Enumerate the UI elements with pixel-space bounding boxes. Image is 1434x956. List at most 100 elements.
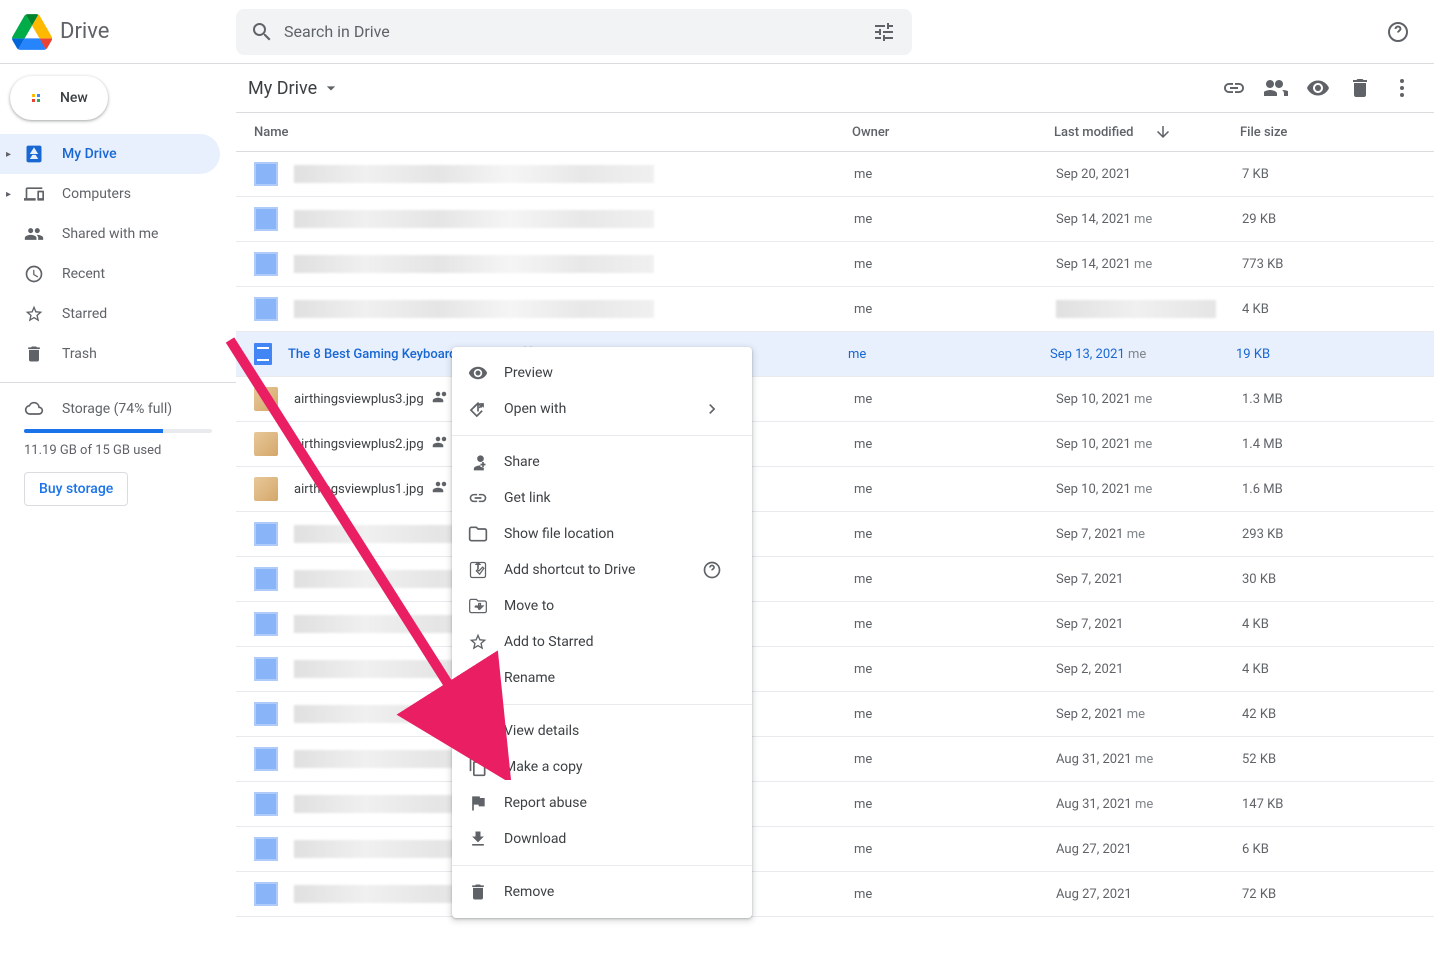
file-row[interactable]: me Aug 27, 2021 6 KB — [236, 827, 1434, 872]
file-size: 52 KB — [1242, 752, 1434, 767]
ctx-open-with[interactable]: Open with — [452, 391, 752, 427]
get-link-button[interactable] — [1214, 68, 1254, 108]
people-icon — [24, 224, 44, 244]
sidebar-item-starred[interactable]: Starred — [0, 294, 220, 334]
help-icon[interactable] — [702, 560, 722, 580]
file-name: airthingsviewplus1.jpg — [294, 482, 424, 497]
ctx-add-to-starred[interactable]: Add to Starred — [452, 624, 752, 660]
ctx-make-a-copy[interactable]: Make a copy — [452, 749, 752, 785]
search-bar[interactable] — [236, 9, 912, 55]
file-row[interactable]: me Aug 27, 2021 72 KB — [236, 872, 1434, 917]
file-size: 1.4 MB — [1242, 437, 1434, 452]
file-row[interactable]: The 8 Best Gaming Keyboards of 2021 me S… — [236, 332, 1434, 377]
ctx-get-link[interactable]: Get link — [452, 480, 752, 516]
ctx-label: Make a copy — [504, 759, 583, 775]
col-modified[interactable]: Last modified — [1054, 123, 1240, 141]
list-header: Name Owner Last modified File size — [236, 112, 1434, 152]
file-name-cell — [294, 165, 854, 183]
file-owner: me — [854, 752, 1056, 767]
ctx-label: View details — [504, 723, 579, 739]
chevron-right-icon — [702, 399, 722, 419]
sidebar: New My Drive Computers Shared with meRecen… — [0, 64, 236, 956]
plus-icon — [24, 86, 48, 110]
search-input[interactable] — [284, 22, 872, 41]
tune-icon[interactable] — [872, 20, 896, 44]
file-owner: me — [854, 212, 1056, 227]
folder-icon — [468, 524, 488, 544]
file-size: 4 KB — [1242, 302, 1434, 317]
ctx-remove[interactable]: Remove — [452, 874, 752, 910]
sidebar-item-recent[interactable]: Recent — [0, 254, 220, 294]
file-row[interactable]: me Sep 20, 2021 7 KB — [236, 152, 1434, 197]
file-row[interactable]: me Aug 31, 2021 me 52 KB — [236, 737, 1434, 782]
file-owner: me — [854, 797, 1056, 812]
file-modified: Aug 27, 2021 — [1056, 887, 1242, 902]
ctx-rename[interactable]: Rename — [452, 660, 752, 696]
file-name-blurred — [294, 210, 654, 228]
col-name[interactable]: Name — [236, 125, 852, 140]
shared-icon — [432, 433, 450, 455]
ctx-share[interactable]: Share — [452, 444, 752, 480]
sidebar-item-trash[interactable]: Trash — [0, 334, 220, 374]
shortcut-icon — [468, 560, 488, 580]
file-type-icon — [254, 567, 278, 591]
file-owner: me — [854, 572, 1056, 587]
breadcrumb[interactable]: My Drive — [246, 72, 343, 105]
file-size: 30 KB — [1242, 572, 1434, 587]
download-icon — [468, 829, 488, 849]
logo[interactable]: Drive — [12, 12, 236, 52]
ctx-show-file-location[interactable]: Show file location — [452, 516, 752, 552]
sidebar-item-computers[interactable]: Computers — [0, 174, 220, 214]
col-size[interactable]: File size — [1240, 125, 1434, 140]
ctx-add-shortcut-to-drive[interactable]: Add shortcut to Drive — [452, 552, 752, 588]
ctx-move-to[interactable]: Move to — [452, 588, 752, 624]
ctx-label: Report abuse — [504, 795, 587, 811]
ctx-view-details[interactable]: View details — [452, 713, 752, 749]
more-button[interactable] — [1382, 68, 1422, 108]
file-type-icon — [254, 522, 278, 546]
file-owner: me — [854, 167, 1056, 182]
ctx-report-abuse[interactable]: Report abuse — [452, 785, 752, 821]
preview-button[interactable] — [1298, 68, 1338, 108]
file-row[interactable]: me Aug 31, 2021 me 147 KB — [236, 782, 1434, 827]
breadcrumb-label: My Drive — [248, 78, 317, 99]
toolbar — [1214, 68, 1422, 108]
sidebar-divider — [0, 382, 236, 383]
buy-storage-button[interactable]: Buy storage — [24, 472, 128, 506]
file-row[interactable]: me Sep 14, 2021 me 29 KB — [236, 197, 1434, 242]
file-name-cell — [294, 255, 854, 273]
file-modified: Aug 31, 2021 me — [1056, 797, 1242, 812]
file-row[interactable]: airthingsviewplus1.jpg me Sep 10, 2021 m… — [236, 467, 1434, 512]
file-owner: me — [854, 392, 1056, 407]
storage-bar — [24, 429, 212, 433]
storage-detail: 11.19 GB of 15 GB used — [24, 443, 212, 458]
file-type-icon — [254, 702, 278, 726]
file-size: 293 KB — [1242, 527, 1434, 542]
storage-label: Storage (74% full) — [62, 401, 172, 417]
file-row[interactable]: me Sep 7, 2021 me 293 KB — [236, 512, 1434, 557]
new-button[interactable]: New — [10, 76, 108, 120]
file-owner: me — [854, 527, 1056, 542]
ctx-label: Add to Starred — [504, 634, 593, 650]
file-row[interactable]: me Sep 2, 2021 4 KB — [236, 647, 1434, 692]
col-owner[interactable]: Owner — [852, 125, 1054, 140]
storage-header[interactable]: Storage (74% full) — [24, 399, 212, 419]
sidebar-item-label: Starred — [62, 306, 107, 322]
help-icon[interactable] — [1378, 12, 1418, 52]
share-button[interactable] — [1256, 68, 1296, 108]
ctx-download[interactable]: Download — [452, 821, 752, 857]
file-row[interactable]: airthingsviewplus2.jpg me Sep 10, 2021 m… — [236, 422, 1434, 467]
remove-button[interactable] — [1340, 68, 1380, 108]
file-size: 1.3 MB — [1242, 392, 1434, 407]
sidebar-item-my-drive[interactable]: My Drive — [0, 134, 220, 174]
file-row[interactable]: me 4 KB — [236, 287, 1434, 332]
file-row[interactable]: me Sep 14, 2021 me 773 KB — [236, 242, 1434, 287]
ctx-preview[interactable]: Preview — [452, 355, 752, 391]
file-row[interactable]: me Sep 7, 2021 30 KB — [236, 557, 1434, 602]
sidebar-item-shared-with-me[interactable]: Shared with me — [0, 214, 220, 254]
file-row[interactable]: me Sep 2, 2021 me 42 KB — [236, 692, 1434, 737]
file-row[interactable]: airthingsviewplus3.jpg me Sep 10, 2021 m… — [236, 377, 1434, 422]
sidebar-item-label: Computers — [62, 186, 131, 202]
file-row[interactable]: me Sep 7, 2021 4 KB — [236, 602, 1434, 647]
file-name: airthingsviewplus3.jpg — [294, 392, 424, 407]
